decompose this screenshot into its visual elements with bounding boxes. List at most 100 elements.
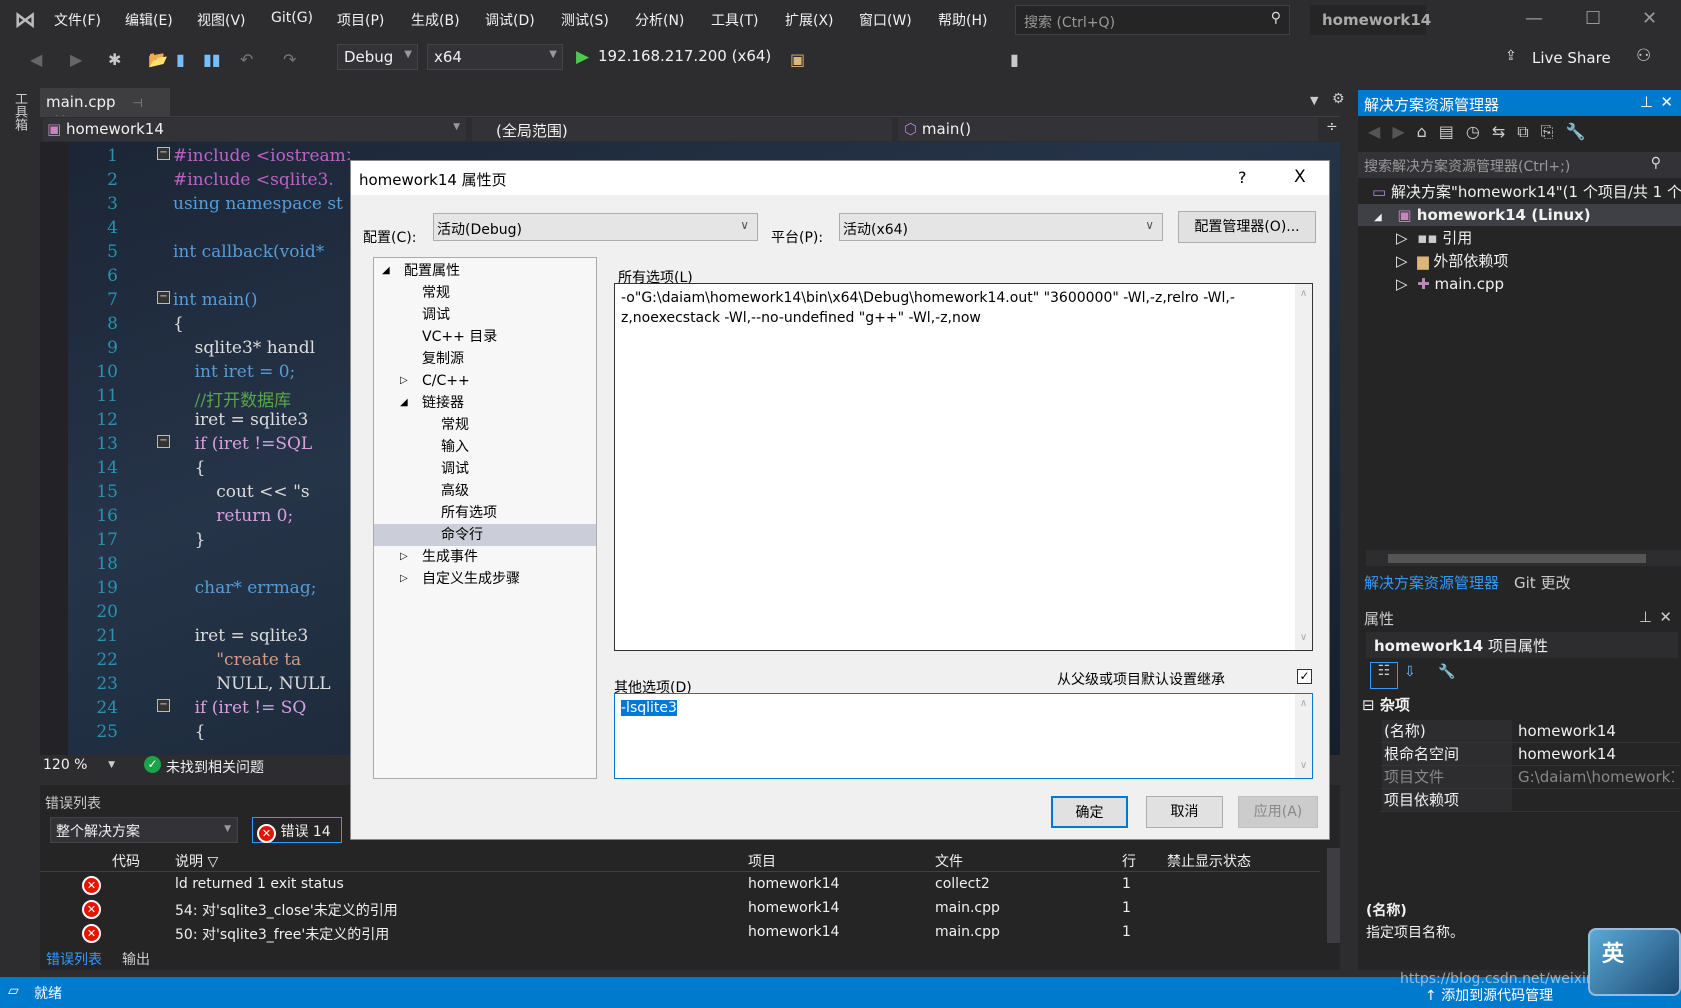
gear-icon[interactable]: ⚙	[1332, 91, 1345, 107]
tree-item[interactable]: 调试	[374, 304, 596, 326]
code-line[interactable]: {	[173, 458, 350, 478]
history-icon[interactable]: ◷	[1466, 122, 1492, 141]
properties-object-dropdown[interactable]: homework14 项目属性	[1366, 632, 1678, 658]
menu-item[interactable]: 测试(S)	[561, 10, 609, 30]
tree-item[interactable]: 所有选项	[374, 502, 596, 524]
ok-button[interactable]: 确定	[1051, 796, 1128, 828]
property-row[interactable]: 根命名空间 homework14	[1380, 743, 1680, 766]
scope-dropdown[interactable]: 整个解决方案 ▼	[50, 817, 238, 843]
code-line[interactable]: if (iret !=SQL	[173, 434, 350, 454]
expand-icon[interactable]: ▷	[1396, 229, 1408, 247]
errors-filter-button[interactable]: ✕ 错误 14	[252, 817, 342, 843]
code-line[interactable]: //打开数据库	[173, 386, 350, 411]
menu-item[interactable]: 分析(N)	[635, 10, 684, 30]
expand-icon[interactable]: ▷	[1396, 275, 1408, 293]
tab-git-changes[interactable]: Git 更改	[1514, 572, 1570, 593]
tree-item[interactable]: ▷ 自定义生成步骤	[374, 568, 596, 590]
code-line[interactable]: iret = sqlite3	[173, 410, 350, 430]
ime-avatar[interactable]: 英	[1588, 928, 1681, 996]
code-line[interactable]: NULL, NULL	[173, 674, 350, 694]
collapse-icon[interactable]: ⊟	[1362, 696, 1375, 714]
tree-item[interactable]: ◢ 链接器	[374, 392, 596, 414]
collapse-icon[interactable]: ◢	[382, 260, 390, 282]
switch-view-icon[interactable]: ▤	[1439, 122, 1466, 141]
fold-toggle[interactable]: −	[157, 147, 170, 160]
project-node[interactable]: ◢ ▣ homework14 (Linux)	[1358, 204, 1681, 226]
col-line[interactable]: 行	[1122, 851, 1136, 871]
split-icon[interactable]: ÷	[1326, 119, 1338, 135]
pin-icon[interactable]: ⊥	[1640, 93, 1653, 111]
new-project-icon[interactable]: ✱	[108, 50, 121, 69]
nav-member-dropdown[interactable]: ⬡ main()	[898, 118, 1318, 141]
expand-icon[interactable]: ▷	[400, 370, 408, 392]
tree-item[interactable]: 复制源	[374, 348, 596, 370]
col-description[interactable]: 说明 ▽	[175, 851, 218, 871]
error-row[interactable]: ✕ ld returned 1 exit status homework14 c…	[40, 874, 1320, 898]
expand-icon[interactable]: ▷	[400, 568, 408, 590]
expand-icon[interactable]: ▷	[1396, 252, 1408, 270]
config-select[interactable]: 活动(Debug) ∨	[433, 213, 758, 241]
fold-toggle[interactable]: −	[157, 435, 170, 448]
property-row[interactable]: 项目依赖项	[1380, 789, 1680, 812]
forward-icon[interactable]: ▶	[1392, 122, 1416, 141]
all-options-textarea[interactable]: -o"G:\daiam\homework14\bin\x64\Debug\hom…	[614, 283, 1313, 651]
properties-icon[interactable]: ⎘	[1541, 122, 1566, 141]
code-line[interactable]: }	[173, 530, 350, 550]
minimize-button[interactable]: —	[1525, 8, 1543, 29]
collapse-icon[interactable]: ◢	[400, 392, 408, 414]
close-dialog-button[interactable]: X	[1294, 167, 1306, 187]
tree-item[interactable]: ▷ C/C++	[374, 370, 596, 392]
save-icon[interactable]: ▮	[176, 50, 185, 69]
col-file[interactable]: 文件	[935, 851, 963, 871]
code-line[interactable]: using namespace st	[173, 194, 350, 214]
menu-item[interactable]: 视图(V)	[197, 10, 246, 30]
tab-solution-explorer[interactable]: 解决方案资源管理器	[1364, 572, 1499, 593]
code-line[interactable]: char* errmag;	[173, 578, 350, 598]
tree-item[interactable]: VC++ 目录	[374, 326, 596, 348]
tree-item[interactable]: 命令行	[374, 524, 596, 546]
error-row[interactable]: ✕ 50: 对'sqlite3_free'未定义的引用 homework14 m…	[40, 922, 1320, 946]
tab-list-icon[interactable]: ▼	[1310, 94, 1318, 107]
live-share-icon[interactable]: ⇪	[1505, 48, 1517, 64]
config-manager-button[interactable]: 配置管理器(O)...	[1178, 211, 1316, 243]
code-line[interactable]: sqlite3* handl	[173, 338, 350, 358]
menu-item[interactable]: Git(G)	[271, 10, 313, 26]
feedback-icon[interactable]: ⚇	[1636, 46, 1651, 66]
code-line[interactable]: return 0;	[173, 506, 350, 526]
external-deps-node[interactable]: ▷ ▆ 外部依赖项	[1396, 250, 1508, 272]
forward-icon[interactable]: ▶	[70, 50, 82, 69]
error-row[interactable]: ✕ 54: 对'sqlite3_close'未定义的引用 homework14 …	[40, 898, 1320, 922]
scrollbar[interactable]: ∧ ∨	[1295, 694, 1312, 778]
fold-toggle[interactable]: −	[157, 291, 170, 304]
menu-item[interactable]: 生成(B)	[411, 10, 460, 30]
editor-tab[interactable]: main.cpp ⊣ ✕	[40, 88, 170, 129]
tree-item[interactable]: ▷ 生成事件	[374, 546, 596, 568]
home-icon[interactable]: ⌂	[1417, 122, 1439, 141]
code-line[interactable]: "create ta	[173, 650, 350, 670]
property-row[interactable]: (名称) homework14	[1380, 720, 1680, 743]
col-project[interactable]: 项目	[748, 851, 776, 871]
run-target-button[interactable]: 192.168.217.200 (x64)	[598, 47, 771, 65]
code-line[interactable]: int main()	[173, 290, 350, 310]
alphabetical-icon[interactable]: ⇩	[1404, 664, 1416, 680]
references-node[interactable]: ▷ ▪▪ 引用	[1396, 227, 1472, 249]
tree-item[interactable]: 调试	[374, 458, 596, 480]
main-cpp-node[interactable]: ▷ ✚ main.cpp	[1396, 273, 1504, 295]
issues-status[interactable]: 未找到相关问题	[166, 757, 264, 777]
code-line[interactable]: {	[173, 314, 350, 334]
code-line[interactable]: {	[173, 722, 350, 742]
find-in-files-icon[interactable]: ▣	[790, 50, 805, 69]
platform-dropdown[interactable]: x64 ▼	[427, 44, 563, 70]
pin-icon[interactable]: ⊣	[132, 96, 142, 110]
menu-item[interactable]: 扩展(X)	[785, 10, 834, 30]
solution-node[interactable]: ▭ 解决方案"homework14"(1 个项目/共 1 个)	[1372, 181, 1681, 203]
expanded-icon[interactable]: ◢	[1374, 212, 1382, 223]
collapse-icon[interactable]: ⧉	[1517, 122, 1540, 141]
nav-project-dropdown[interactable]: ▣ homework14 ▼	[43, 118, 466, 141]
property-pages-icon[interactable]: 🔧	[1438, 664, 1455, 680]
live-share-button[interactable]: Live Share	[1532, 49, 1611, 67]
code-line[interactable]: int iret = 0;	[173, 362, 350, 382]
save-all-icon[interactable]: ▮▮	[203, 50, 221, 69]
redo-icon[interactable]: ↷	[283, 50, 296, 69]
menu-item[interactable]: 调试(D)	[485, 10, 535, 30]
